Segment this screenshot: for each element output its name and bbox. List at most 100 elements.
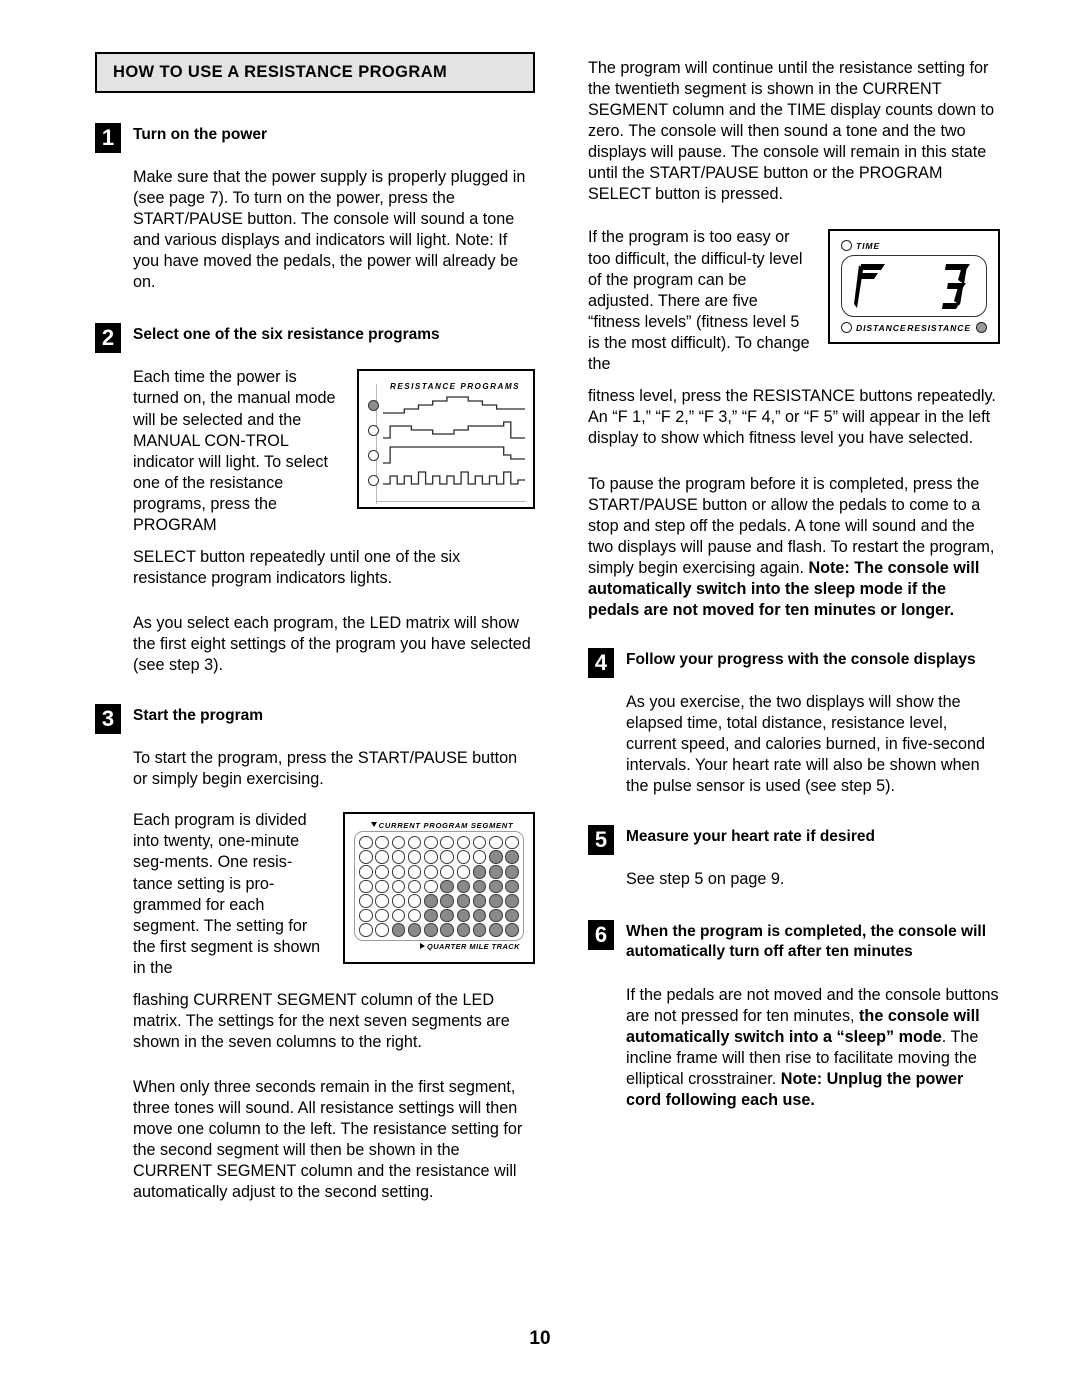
figure-axis-horizontal: [376, 501, 526, 503]
led-cell-r4-c10: [505, 879, 519, 894]
step-4-paragraph: As you exercise, the two displays will s…: [626, 692, 986, 795]
led-cell-r4-c2: [375, 879, 389, 894]
led-cell-r3-c10: [505, 865, 519, 879]
step-2-paragraph-after: SELECT button repeatedly until one of th…: [133, 547, 461, 587]
led-cell-r4-c3: [391, 879, 406, 894]
led-cell-r1-c5: [424, 835, 438, 850]
left-column: HOW TO USE A RESISTANCE PROGRAM 1 Turn o…: [95, 52, 535, 1203]
led-cell-r6-c8: [472, 908, 487, 923]
led-cell-r1-c2: [375, 835, 389, 850]
right-paragraph-2-after: fitness level, press the RESISTANCE butt…: [588, 386, 996, 447]
resistance-program-row-hill[interactable]: [366, 393, 526, 418]
step-2-heading: 2 Select one of the six resistance progr…: [95, 323, 535, 354]
led-cell-r7-c1: [359, 923, 373, 937]
led-cell-r2-c2: [375, 850, 389, 864]
resistance-program-row-rolling[interactable]: [366, 418, 526, 443]
led-cell-r5-c1: [359, 894, 373, 908]
step-1-number: 1: [95, 123, 121, 153]
led-cell-r5-c7: [456, 894, 471, 908]
resistance-indicator-icon: [976, 322, 987, 334]
led-matrix-row: [359, 894, 519, 909]
led-cell-r6-c10: [505, 908, 519, 923]
quarter-mile-track-marker-icon: [419, 943, 425, 950]
led-cell-r1-c10: [505, 835, 519, 850]
step-1-heading: 1 Turn on the power: [95, 123, 535, 153]
led-cell-r5-c4: [407, 894, 422, 908]
led-cell-r7-c7: [456, 923, 471, 937]
program-indicator-icon-rolling[interactable]: [368, 425, 379, 437]
led-cell-r5-c10: [505, 894, 519, 908]
led-cell-r5-c6: [440, 894, 454, 908]
step-4-heading: 4 Follow your progress with the console …: [588, 647, 1000, 678]
right-paragraph-1: The program will continue until the resi…: [588, 59, 995, 204]
led-cell-r7-c9: [489, 923, 503, 937]
led-cell-r7-c5: [424, 923, 438, 937]
step-6-paragraph: If the pedals are not moved and the cons…: [626, 985, 1000, 1111]
led-cell-r2-c10: [505, 850, 519, 864]
led-cell-r3-c2: [375, 865, 389, 879]
display-label-distance: DISTANCE: [856, 322, 907, 333]
led-cell-r2-c7: [456, 850, 471, 864]
step-2-wrap-block: RESISTANCE PROGRAMS Each time the power …: [95, 367, 535, 536]
led-cell-r1-c4: [407, 835, 422, 850]
led-cell-r3-c4: [407, 865, 422, 879]
led-cell-r2-c4: [407, 850, 422, 864]
led-cell-r6-c7: [456, 908, 471, 923]
led-cell-r7-c3: [391, 923, 406, 937]
program-indicator-icon-hill[interactable]: [368, 400, 379, 412]
led-cell-r2-c6: [440, 850, 454, 864]
led-cell-r6-c5: [424, 908, 438, 923]
resistance-programs-title: RESISTANCE PROGRAMS: [390, 382, 520, 392]
led-cell-r6-c9: [489, 908, 503, 923]
led-cell-r3-c6: [440, 865, 454, 879]
led-cell-r3-c9: [489, 865, 503, 879]
program-profile-rolling: [383, 421, 525, 440]
section-title: HOW TO USE A RESISTANCE PROGRAM: [113, 63, 448, 81]
display-screen: [841, 255, 987, 318]
led-cell-r1-c6: [440, 835, 454, 850]
program-profile-hill: [383, 396, 525, 415]
step-1-paragraph: Make sure that the power supply is prope…: [133, 168, 526, 292]
step-5-heading: 5 Measure your heart rate if desired: [588, 824, 1000, 855]
led-cell-r6-c3: [391, 908, 406, 923]
program-indicator-icon-plateau[interactable]: [368, 450, 379, 462]
led-cell-r4-c6: [440, 879, 454, 894]
display-value-left-segment: [854, 264, 885, 309]
program-indicator-icon-interval[interactable]: [368, 475, 379, 487]
step-3-title: Start the program: [133, 707, 264, 725]
right-column: The program will continue until the resi…: [588, 58, 1000, 1111]
step-3-number: 3: [95, 704, 121, 735]
step-1-title: Turn on the power: [133, 126, 268, 143]
distance-indicator-icon: [841, 322, 852, 334]
led-cell-r2-c8: [472, 850, 487, 864]
step-2-number: 2: [95, 323, 121, 354]
resistance-program-row-interval[interactable]: [366, 468, 526, 493]
time-indicator-icon: [841, 240, 852, 252]
led-matrix-row: [359, 865, 519, 880]
led-cell-r5-c2: [375, 894, 389, 908]
display-bottom-indicator-row: DISTANCE RESISTANCE: [841, 322, 987, 334]
step-4-number: 4: [588, 647, 614, 678]
led-cell-r7-c10: [505, 923, 519, 937]
led-matrix-grid: [354, 831, 524, 942]
led-cell-r3-c7: [456, 865, 471, 879]
led-cell-r1-c8: [472, 835, 487, 850]
step-3-heading: 3 Start the program: [95, 704, 535, 735]
step-5-title: Measure your heart rate if desired: [626, 827, 875, 845]
led-cell-r3-c1: [359, 865, 373, 879]
resistance-programs-figure: RESISTANCE PROGRAMS: [357, 369, 535, 510]
led-cell-r7-c4: [407, 923, 422, 937]
display-value-right-segment: [942, 264, 970, 310]
led-cell-r7-c8: [472, 923, 487, 937]
led-cell-r6-c2: [375, 908, 389, 923]
led-cell-r7-c6: [440, 923, 454, 937]
led-cell-r7-c2: [375, 923, 389, 937]
step-3-paragraph-3: When only three seconds remain in the fi…: [133, 1078, 523, 1202]
led-cell-r5-c5: [424, 894, 438, 908]
led-matrix-footer-label: QUARTER MILE TRACK: [352, 942, 520, 951]
step-4-title: Follow your progress with the console di…: [626, 650, 976, 668]
led-cell-r1-c3: [391, 835, 406, 850]
led-matrix-row: [359, 908, 519, 923]
led-cell-r4-c9: [489, 879, 503, 894]
resistance-program-row-plateau[interactable]: [366, 443, 526, 468]
